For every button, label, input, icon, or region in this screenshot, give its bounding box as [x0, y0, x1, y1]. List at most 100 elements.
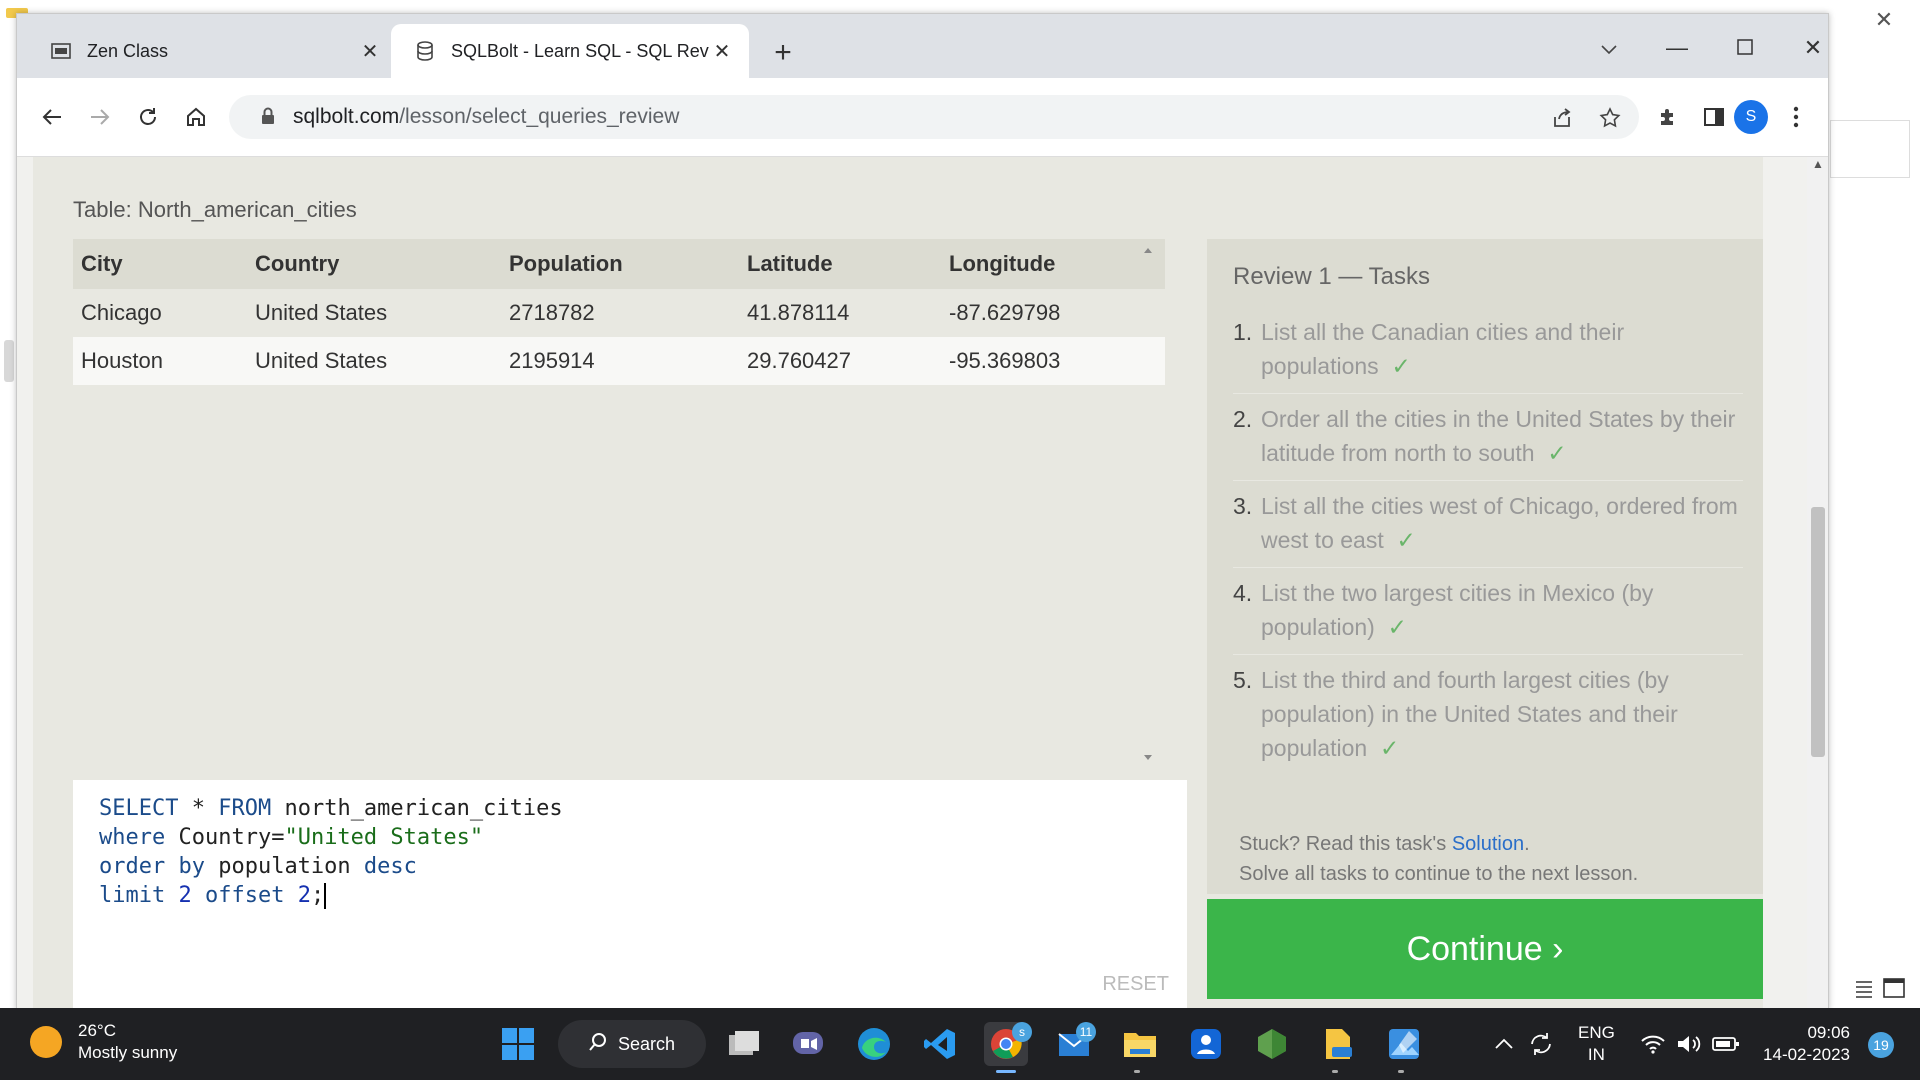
bookmark-star-icon[interactable] — [1595, 103, 1625, 133]
table-cell: 2195914 — [501, 337, 739, 385]
reload-icon[interactable] — [133, 102, 163, 132]
battery-icon[interactable] — [1712, 1008, 1740, 1080]
menu-kebab-icon[interactable] — [1781, 102, 1811, 132]
scrollbar-thumb[interactable] — [1811, 507, 1825, 757]
column-header: Latitude — [739, 239, 941, 289]
background-edge-mark — [4, 340, 14, 382]
task-number: 2. — [1233, 406, 1253, 432]
task-list: 1. List all the Canadian cities and their… — [1233, 311, 1743, 779]
nodejs-icon[interactable] — [1250, 1022, 1294, 1066]
help-text: Stuck? Read this task's Solution. Solve … — [1239, 829, 1638, 889]
tab-sqlbolt[interactable]: SQLBolt - Learn SQL - SQL Review ✕ — [391, 24, 749, 78]
taskbar-search[interactable]: Search — [558, 1020, 706, 1068]
task-item: 2. Order all the cities in the United Sta… — [1233, 398, 1743, 481]
volume-icon[interactable] — [1676, 1008, 1702, 1080]
table-header-row: City Country Population Latitude Longitu… — [73, 239, 1165, 289]
background-window-strip — [1830, 120, 1910, 178]
tab-search-chevron-icon[interactable] — [1589, 30, 1629, 66]
weather-widget[interactable]: 26°C Mostly sunny — [30, 1020, 177, 1064]
table-cell: United States — [247, 337, 501, 385]
task-text: Order all the cities in the United State… — [1261, 406, 1736, 466]
extensions-puzzle-icon[interactable] — [1653, 102, 1683, 132]
column-header: Longitude — [941, 239, 1165, 289]
table-cell: -95.369803 — [941, 337, 1165, 385]
code-line-2: where Country="United States" — [99, 825, 484, 850]
profile-avatar[interactable]: S — [1734, 100, 1768, 134]
new-tab-button[interactable]: + — [767, 38, 799, 70]
solution-link[interactable]: Solution — [1452, 833, 1524, 855]
column-header: Country — [247, 239, 501, 289]
lock-icon — [261, 107, 275, 130]
table-scrollbar[interactable] — [1139, 239, 1157, 769]
photos-app-icon[interactable] — [1382, 1022, 1426, 1066]
file-explorer-icon[interactable] — [1118, 1022, 1162, 1066]
text-caret — [324, 883, 327, 909]
show-hidden-icons-chevron-icon[interactable] — [1494, 1008, 1514, 1080]
vscode-icon[interactable] — [918, 1022, 962, 1066]
check-icon: ✓ — [1391, 353, 1411, 379]
scroll-up-icon[interactable]: ▲ — [1812, 157, 1824, 171]
background-close-icon[interactable]: ✕ — [1872, 8, 1896, 32]
maximize-button[interactable] — [1725, 30, 1765, 66]
tab-close-icon[interactable]: ✕ — [709, 38, 735, 64]
forward-arrow-icon[interactable] — [85, 102, 115, 132]
close-window-button[interactable]: ✕ — [1793, 30, 1828, 66]
minimize-button[interactable]: — — [1657, 30, 1697, 66]
result-table: City Country Population Latitude Longitu… — [73, 239, 1165, 385]
table-cell: 2718782 — [501, 289, 739, 337]
continue-button[interactable]: Continue › — [1207, 899, 1763, 999]
check-icon: ✓ — [1396, 527, 1416, 553]
column-header: City — [73, 239, 247, 289]
view-toggle-icons[interactable] — [1848, 976, 1908, 1000]
notification-center-badge[interactable]: 19 — [1868, 1032, 1894, 1058]
task-item: 5. List the third and fourth largest citi… — [1233, 659, 1743, 775]
back-arrow-icon[interactable] — [37, 102, 67, 132]
chrome-profile-badge: s — [1012, 1022, 1032, 1042]
task-view-icon[interactable] — [722, 1022, 766, 1066]
code-line-1: SELECT * FROM north_american_cities — [99, 796, 563, 821]
task-item: 3. List all the cities west of Chicago, o… — [1233, 485, 1743, 568]
tab-title: SQLBolt - Learn SQL - SQL Review — [451, 40, 709, 61]
reset-button[interactable]: RESET — [1102, 973, 1169, 996]
language-indicator[interactable]: ENG IN — [1578, 1008, 1615, 1080]
task-text: List the two largest cities in Mexico (b… — [1261, 580, 1654, 640]
table-row: Chicago United States 2718782 41.878114 … — [73, 289, 1165, 337]
sql-editor[interactable]: SELECT * FROM north_american_cities wher… — [73, 780, 1187, 1009]
check-icon: ✓ — [1379, 735, 1400, 761]
help-line2: Solve all tasks to continue to the next … — [1239, 863, 1639, 885]
check-icon: ✓ — [1387, 614, 1407, 640]
sun-icon — [30, 1026, 62, 1058]
table-cell: United States — [247, 289, 501, 337]
clock-date: 14-02-2023 — [1763, 1045, 1850, 1064]
tab-close-icon[interactable]: ✕ — [357, 38, 383, 64]
task-number: 5. — [1233, 667, 1253, 693]
weather-desc: Mostly sunny — [78, 1043, 178, 1062]
browser-toolbar: sqlbolt.com/lesson/select_queries_review… — [17, 78, 1828, 157]
mail-count-badge: 11 — [1076, 1022, 1096, 1042]
security-app-icon[interactable] — [1184, 1022, 1228, 1066]
task-number: 3. — [1233, 493, 1253, 519]
address-bar[interactable]: sqlbolt.com/lesson/select_queries_review — [229, 95, 1639, 139]
wifi-icon[interactable] — [1640, 1008, 1666, 1080]
notes-app-icon[interactable] — [1316, 1022, 1360, 1066]
teams-chat-icon[interactable] — [786, 1022, 830, 1066]
table-row: Houston United States 2195914 29.760427 … — [73, 337, 1165, 385]
home-icon[interactable] — [181, 102, 211, 132]
edge-browser-icon[interactable] — [852, 1022, 896, 1066]
page-content: Table: North_american_cities City Countr… — [17, 157, 1807, 1009]
sql-code[interactable]: SELECT * FROM north_american_cities wher… — [99, 794, 563, 910]
code-line-3: order by population desc — [99, 854, 417, 879]
task-text: List all the cities west of Chicago, ord… — [1261, 493, 1738, 553]
clock[interactable]: 09:06 14-02-2023 — [1760, 1008, 1850, 1080]
task-item: 1. List all the Canadian cities and their… — [1233, 311, 1743, 394]
task-number: 1. — [1233, 319, 1253, 345]
side-panel-icon[interactable] — [1699, 102, 1729, 132]
share-icon[interactable] — [1547, 103, 1577, 133]
page-scrollbar[interactable]: ▲ — [1807, 157, 1828, 1009]
sync-icon[interactable] — [1528, 1008, 1554, 1080]
url-domain: sqlbolt.com — [293, 105, 400, 128]
tab-zen-class[interactable]: Zen Class ✕ — [27, 24, 397, 78]
table-cell: Chicago — [73, 289, 247, 337]
lang-line2: IN — [1587, 1045, 1605, 1064]
start-windows-icon[interactable] — [496, 1022, 540, 1066]
